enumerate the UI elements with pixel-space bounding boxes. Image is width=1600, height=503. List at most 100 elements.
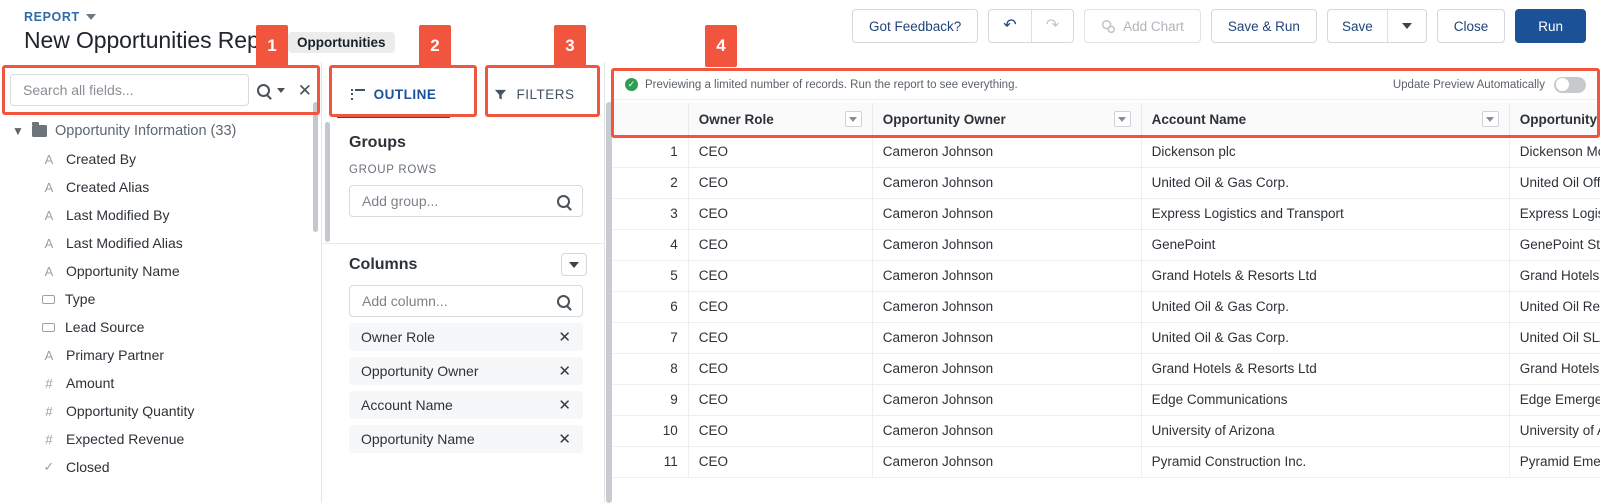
preview-column-header-label: Owner Role <box>698 111 774 127</box>
column-chip-label: Owner Role <box>361 329 435 345</box>
save-menu-button[interactable] <box>1386 10 1426 42</box>
field-item-label: Last Modified By <box>66 207 170 223</box>
preview-notice: ✓ Previewing a limited number of records… <box>625 78 1018 91</box>
text-field-icon: A <box>44 263 54 279</box>
column-chip[interactable]: Opportunity Name ✕ <box>349 425 583 453</box>
table-row[interactable]: 7 CEO Cameron Johnson United Oil & Gas Corp… <box>613 322 1600 354</box>
column-menu-button[interactable] <box>1481 111 1499 128</box>
table-row[interactable]: 4 CEO Cameron Johnson GenePoint GenePoint St… <box>613 229 1600 261</box>
close-icon[interactable]: ✕ <box>558 328 571 346</box>
tab-outline[interactable]: OUTLINE <box>323 70 464 118</box>
table-cell-owner: Cameron Johnson <box>872 198 1142 230</box>
outline-scrollbar-thumb[interactable] <box>325 122 330 242</box>
column-chip-label: Opportunity Name <box>361 431 475 447</box>
field-item-label: Opportunity Name <box>66 263 180 279</box>
redo-button[interactable]: ↷ <box>1030 10 1073 42</box>
preview-scrollbar-thumb[interactable] <box>606 102 612 503</box>
field-item[interactable]: Lead Source <box>0 313 322 341</box>
close-icon[interactable]: ✕ <box>558 362 571 380</box>
field-item-label: Last Modified Alias <box>66 235 183 251</box>
preview-panel: ✓ Previewing a limited number of records… <box>606 62 1600 503</box>
table-row[interactable]: 9 CEO Cameron Johnson Edge Communications Ed… <box>613 384 1600 416</box>
chevron-down-icon[interactable]: ▼ <box>12 124 24 138</box>
table-cell-owner-role: CEO <box>688 384 873 416</box>
row-number: 6 <box>613 291 689 323</box>
fields-scrollbar-thumb[interactable] <box>313 102 318 232</box>
table-cell-account: Pyramid Construction Inc. <box>1141 446 1510 478</box>
field-item-label: Lead Source <box>65 319 145 335</box>
text-field-icon: A <box>44 347 54 363</box>
add-column-input[interactable]: Add column... <box>349 285 583 317</box>
table-cell-owner-role: CEO <box>688 136 873 168</box>
save-button[interactable]: Save <box>1328 10 1387 42</box>
chevron-down-icon[interactable] <box>276 87 285 93</box>
table-row[interactable]: 10 CEO Cameron Johnson University of Arizon… <box>613 415 1600 447</box>
table-row[interactable]: 8 CEO Cameron Johnson Grand Hotels & Resort… <box>613 353 1600 385</box>
field-item[interactable]: # Opportunity Quantity <box>0 397 322 425</box>
close-icon[interactable]: ✕ <box>558 396 571 414</box>
preview-column-header[interactable]: Opportunity Name <box>1509 103 1600 137</box>
preview-notice-text: Previewing a limited number of records. … <box>645 78 1018 91</box>
field-item[interactable]: ✓ Closed <box>0 453 322 481</box>
add-chart-label: Add Chart <box>1123 18 1184 34</box>
table-cell-owner: Cameron Johnson <box>872 415 1142 447</box>
table-row[interactable]: 1 CEO Cameron Johnson Dickenson plc Dickenso… <box>613 136 1600 168</box>
column-chip-label: Account Name <box>361 397 453 413</box>
table-row[interactable]: 3 CEO Cameron Johnson Express Logistics and… <box>613 198 1600 230</box>
table-cell-account: Dickenson plc <box>1141 136 1510 168</box>
undo-icon: ↶ <box>1003 17 1017 34</box>
field-item[interactable]: A Created By <box>0 145 322 173</box>
table-row[interactable]: 6 CEO Cameron Johnson United Oil & Gas Corp… <box>613 291 1600 323</box>
field-item[interactable]: Type <box>0 285 322 313</box>
groups-title: Groups <box>349 134 406 151</box>
table-row[interactable]: 5 CEO Cameron Johnson Grand Hotels & Resort… <box>613 260 1600 292</box>
preview-column-header-label: Opportunity Owner <box>882 111 1006 127</box>
close-icon[interactable]: ✕ <box>298 82 312 99</box>
save-split-button: Save <box>1326 9 1427 43</box>
table-row[interactable]: 2 CEO Cameron Johnson United Oil & Gas Corp… <box>613 167 1600 199</box>
field-item[interactable]: # Amount <box>0 369 322 397</box>
preview-column-header[interactable]: Account Name <box>1141 103 1510 137</box>
redo-icon: ↷ <box>1045 17 1060 34</box>
add-chart-button[interactable]: Add Chart <box>1084 9 1201 43</box>
table-cell-owner: Cameron Johnson <box>872 167 1142 199</box>
add-column-placeholder: Add column... <box>362 293 448 309</box>
field-item[interactable]: # Expected Revenue <box>0 425 322 453</box>
search-input[interactable]: Search all fields... <box>10 74 249 106</box>
preview-column-header[interactable]: Owner Role <box>688 103 873 137</box>
preview-column-header[interactable]: Opportunity Owner <box>872 103 1142 137</box>
fields-panel: Search all fields... ✕ ▼ Opportunity Inf… <box>0 62 322 503</box>
table-cell-opportunity: Grand Hotels Kitchen Generator <box>1509 260 1600 292</box>
column-menu-button[interactable] <box>1113 111 1131 128</box>
columns-menu-button[interactable] <box>561 253 587 276</box>
field-item[interactable]: A Last Modified By <box>0 201 322 229</box>
field-item[interactable]: A Last Modified Alias <box>0 229 322 257</box>
search-icon[interactable] <box>256 83 270 97</box>
add-group-input[interactable]: Add group... <box>349 185 583 217</box>
report-type-breadcrumb[interactable]: REPORT <box>24 10 96 24</box>
column-chip[interactable]: Owner Role ✕ <box>349 323 583 351</box>
column-menu-button[interactable] <box>844 111 862 128</box>
app-header: REPORT New Opportunities Report Opportun… <box>0 0 1600 62</box>
field-folder-opportunity-information[interactable]: ▼ Opportunity Information (33) <box>0 117 322 145</box>
table-cell-account: Grand Hotels & Resorts Ltd <box>1141 260 1510 292</box>
field-item[interactable]: A Created Alias <box>0 173 322 201</box>
field-item[interactable]: A Opportunity Name <box>0 257 322 285</box>
got-feedback-button[interactable]: Got Feedback? <box>851 9 979 43</box>
column-chip-label: Opportunity Owner <box>361 363 479 379</box>
outline-filters-tabs: OUTLINE FILTERS <box>323 70 605 118</box>
column-chip[interactable]: Account Name ✕ <box>349 391 583 419</box>
table-row[interactable]: 11 CEO Cameron Johnson Pyramid Construction… <box>613 446 1600 478</box>
run-button[interactable]: Run <box>1515 9 1586 43</box>
column-chip[interactable]: Opportunity Owner ✕ <box>349 357 583 385</box>
tab-filters[interactable]: FILTERS <box>464 70 605 118</box>
save-and-run-button[interactable]: Save & Run <box>1210 9 1317 43</box>
close-icon[interactable]: ✕ <box>558 430 571 448</box>
field-item-label: Closed <box>66 459 110 475</box>
row-number: 5 <box>613 260 689 292</box>
auto-update-toggle[interactable] <box>1554 76 1586 93</box>
close-button[interactable]: Close <box>1436 9 1506 43</box>
report-object-pill: Opportunities <box>288 32 395 53</box>
undo-button[interactable]: ↶ <box>989 10 1030 42</box>
field-item[interactable]: A Primary Partner <box>0 341 322 369</box>
